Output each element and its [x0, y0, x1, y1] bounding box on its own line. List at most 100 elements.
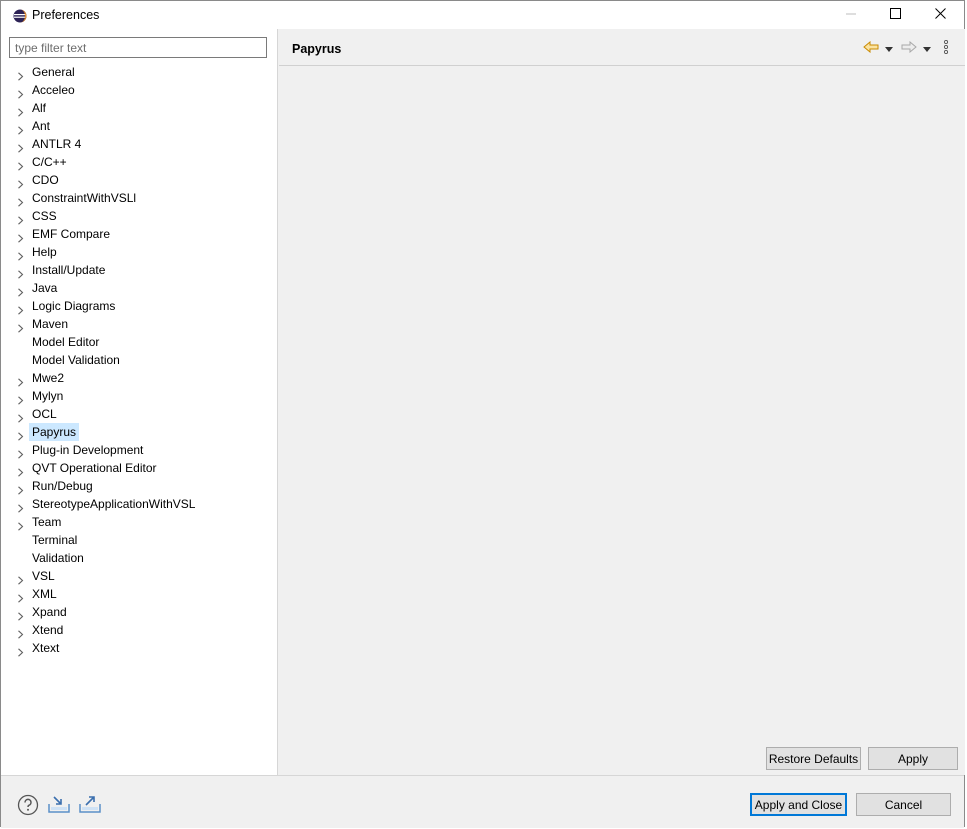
chevron-right-icon[interactable] [17, 104, 24, 117]
chevron-right-icon[interactable] [17, 518, 24, 531]
dropdown-icon [885, 41, 893, 55]
tree-item-label: Mwe2 [32, 371, 65, 385]
chevron-right-icon[interactable] [17, 194, 24, 207]
tree-item-css[interactable]: CSS [1, 207, 277, 225]
page-title: Papyrus [292, 42, 342, 56]
eclipse-icon [13, 9, 27, 23]
apply-button[interactable]: Apply [868, 747, 958, 770]
tree-item-label: XML [32, 587, 57, 601]
chevron-right-icon[interactable] [17, 446, 24, 459]
tree-item-xtext[interactable]: Xtext [1, 639, 277, 657]
tree-item-model-validation[interactable]: Model Validation [1, 351, 277, 369]
chevron-right-icon[interactable] [17, 392, 24, 405]
tree-item-label: StereotypeApplicationWithVSL [32, 497, 196, 511]
tree-item-team[interactable]: Team [1, 513, 277, 531]
forward-button[interactable] [901, 40, 917, 56]
chevron-right-icon[interactable] [17, 464, 24, 477]
back-arrow-icon [863, 40, 879, 56]
tree-item-antlr-4[interactable]: ANTLR 4 [1, 135, 277, 153]
chevron-right-icon[interactable] [17, 176, 24, 189]
back-button[interactable] [863, 40, 879, 56]
chevron-right-icon[interactable] [17, 608, 24, 621]
tree-item-logic-diagrams[interactable]: Logic Diagrams [1, 297, 277, 315]
tree-item-validation[interactable]: Validation [1, 549, 277, 567]
close-button[interactable] [917, 1, 963, 29]
chevron-right-icon[interactable] [17, 644, 24, 657]
tree-item-xtend[interactable]: Xtend [1, 621, 277, 639]
chevron-right-icon[interactable] [17, 500, 24, 513]
cancel-button[interactable]: Cancel [856, 793, 951, 816]
tree-item-install-update[interactable]: Install/Update [1, 261, 277, 279]
chevron-right-icon[interactable] [17, 428, 24, 441]
tree-item-ocl[interactable]: OCL [1, 405, 277, 423]
import-icon[interactable] [48, 794, 70, 814]
chevron-right-icon[interactable] [17, 410, 24, 423]
chevron-right-icon[interactable] [17, 248, 24, 261]
tree-item-cdo[interactable]: CDO [1, 171, 277, 189]
tree-item-constraintwithvsll[interactable]: ConstraintWithVSLl [1, 189, 277, 207]
tree-item-acceleo[interactable]: Acceleo [1, 81, 277, 99]
tree-item-run-debug[interactable]: Run/Debug [1, 477, 277, 495]
chevron-right-icon[interactable] [17, 626, 24, 639]
chevron-right-icon[interactable] [17, 68, 24, 81]
minimize-button[interactable] [828, 1, 874, 29]
view-menu-button[interactable] [943, 39, 949, 56]
tree-item-label: Install/Update [32, 263, 106, 277]
tree-item-label: Papyrus [29, 423, 80, 441]
tree-item-terminal[interactable]: Terminal [1, 531, 277, 549]
minimize-icon [846, 8, 856, 22]
maximize-button[interactable] [872, 1, 918, 29]
export-icon[interactable] [79, 794, 101, 814]
tree-item-model-editor[interactable]: Model Editor [1, 333, 277, 351]
tree-item-c-c[interactable]: C/C++ [1, 153, 277, 171]
tree-item-maven[interactable]: Maven [1, 315, 277, 333]
tree-item-general[interactable]: General [1, 63, 277, 81]
apply-and-close-button[interactable]: Apply and Close [750, 793, 847, 816]
tree-item-ant[interactable]: Ant [1, 117, 277, 135]
chevron-right-icon[interactable] [17, 122, 24, 135]
page-header: Papyrus [279, 29, 965, 66]
chevron-right-icon[interactable] [17, 140, 24, 153]
tree-item-alf[interactable]: Alf [1, 99, 277, 117]
tree-item-vsl[interactable]: VSL [1, 567, 277, 585]
chevron-right-icon[interactable] [17, 212, 24, 225]
forward-history-dropdown[interactable] [923, 40, 931, 56]
tree-item-help[interactable]: Help [1, 243, 277, 261]
help-icon[interactable] [17, 794, 39, 816]
tree-item-xml[interactable]: XML [1, 585, 277, 603]
chevron-right-icon[interactable] [17, 266, 24, 279]
chevron-right-icon[interactable] [17, 482, 24, 495]
chevron-right-icon[interactable] [17, 158, 24, 171]
tree-item-papyrus[interactable]: Papyrus [1, 423, 277, 441]
back-history-dropdown[interactable] [885, 40, 893, 56]
filter-input[interactable] [9, 37, 267, 58]
chevron-right-icon[interactable] [17, 302, 24, 315]
tree-item-label: Logic Diagrams [32, 299, 116, 313]
chevron-right-icon[interactable] [17, 284, 24, 297]
tree-item-mwe2[interactable]: Mwe2 [1, 369, 277, 387]
chevron-right-icon[interactable] [17, 590, 24, 603]
tree-item-emf-compare[interactable]: EMF Compare [1, 225, 277, 243]
tree-item-label: Ant [32, 119, 51, 133]
chevron-right-icon[interactable] [17, 320, 24, 333]
window-title: Preferences [32, 8, 100, 22]
tree-item-label: EMF Compare [32, 227, 111, 241]
tree-item-mylyn[interactable]: Mylyn [1, 387, 277, 405]
chevron-right-icon[interactable] [17, 374, 24, 387]
maximize-icon [889, 8, 901, 22]
chevron-right-icon[interactable] [17, 572, 24, 585]
tree-item-xpand[interactable]: Xpand [1, 603, 277, 621]
tree-item-label: OCL [32, 407, 57, 421]
chevron-right-icon[interactable] [17, 230, 24, 243]
tree-item-label: Acceleo [32, 83, 75, 97]
forward-arrow-icon [901, 40, 917, 56]
tree-item-java[interactable]: Java [1, 279, 277, 297]
tree-item-label: Maven [32, 317, 69, 331]
tree-item-qvt-operational-editor[interactable]: QVT Operational Editor [1, 459, 277, 477]
restore-defaults-button[interactable]: Restore Defaults [766, 747, 861, 770]
tree-item-label: CDO [32, 173, 59, 187]
tree-item-stereotypeapplicationwithvsl[interactable]: StereotypeApplicationWithVSL [1, 495, 277, 513]
tree-item-label: Team [32, 515, 62, 529]
chevron-right-icon[interactable] [17, 86, 24, 99]
tree-item-plug-in-development[interactable]: Plug-in Development [1, 441, 277, 459]
